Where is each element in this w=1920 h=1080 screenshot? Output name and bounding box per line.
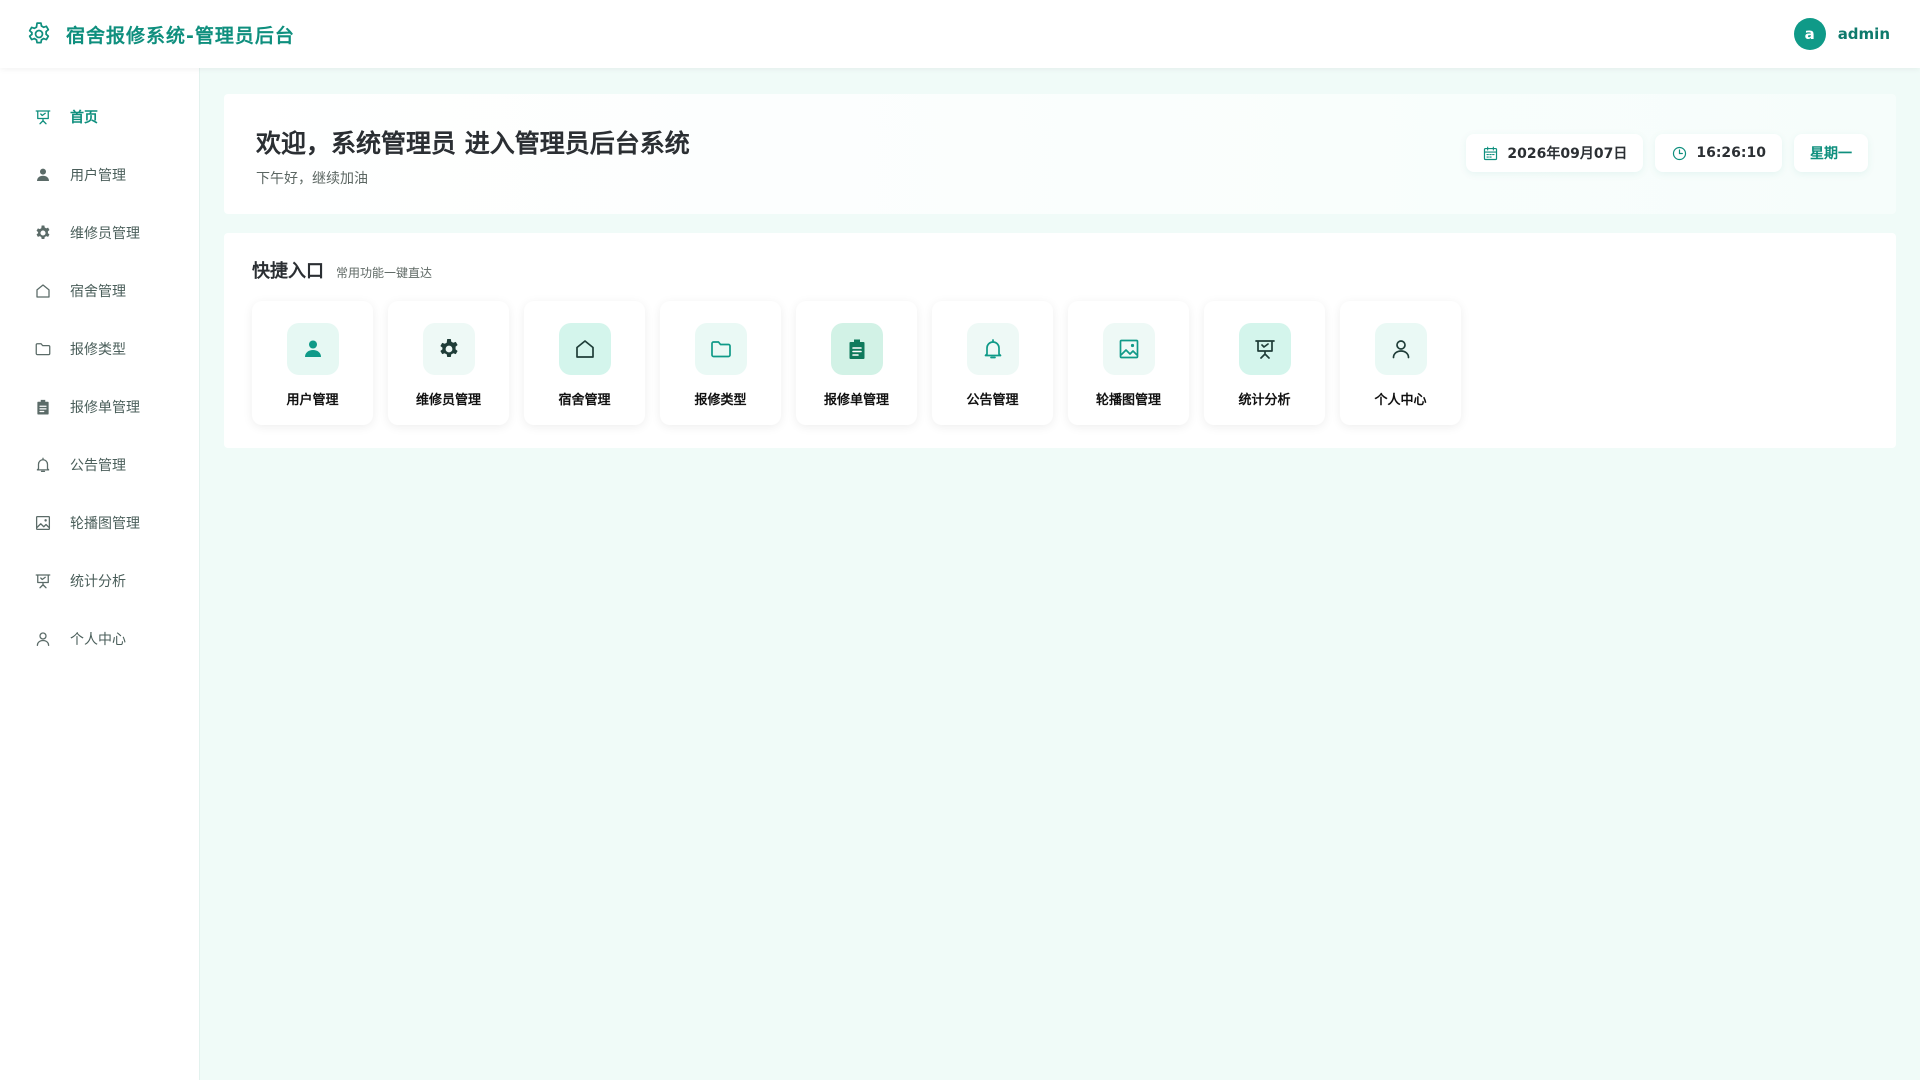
clock-icon bbox=[1671, 145, 1688, 162]
sidebar-item-label: 个人中心 bbox=[70, 632, 126, 648]
sidebar-item-label: 宿舍管理 bbox=[70, 284, 126, 300]
gear-icon bbox=[26, 21, 52, 47]
quick-card-repair-types[interactable]: 报修类型 bbox=[660, 301, 781, 425]
sidebar-item-announcements[interactable]: 公告管理 bbox=[0, 436, 199, 494]
weekday-chip: 星期一 bbox=[1794, 134, 1868, 172]
quick-card-carousel[interactable]: 轮播图管理 bbox=[1068, 301, 1189, 425]
gear-icon bbox=[34, 224, 52, 242]
picture-icon bbox=[34, 514, 52, 532]
folder-icon bbox=[34, 340, 52, 358]
picture-icon bbox=[1102, 323, 1155, 375]
sidebar-item-dorms[interactable]: 宿舍管理 bbox=[0, 262, 199, 320]
sidebar-item-profile[interactable]: 个人中心 bbox=[0, 610, 199, 668]
quick-card-label: 维修员管理 bbox=[415, 393, 481, 408]
sidebar-item-label: 统计分析 bbox=[70, 574, 126, 590]
clipboard-icon bbox=[830, 323, 883, 375]
quick-card-repairmen[interactable]: 维修员管理 bbox=[388, 301, 509, 425]
sidebar-item-repair-types[interactable]: 报修类型 bbox=[0, 320, 199, 378]
sidebar-item-statistics[interactable]: 统计分析 bbox=[0, 552, 199, 610]
clipboard-icon bbox=[34, 398, 52, 416]
sidebar-item-carousel[interactable]: 轮播图管理 bbox=[0, 494, 199, 552]
user-outline-icon bbox=[34, 630, 52, 648]
bell-icon bbox=[34, 456, 52, 474]
quick-access-cards: 用户管理 维修员管理 宿舍管理 报修类型 报修单管理 公告管理 轮播图管理 统计… bbox=[252, 301, 1461, 425]
sidebar-item-users[interactable]: 用户管理 bbox=[0, 146, 199, 204]
sidebar-item-repair-orders[interactable]: 报修单管理 bbox=[0, 378, 199, 436]
user-outline-icon bbox=[1374, 323, 1427, 375]
house-icon bbox=[34, 282, 52, 300]
main-content: 欢迎，系统管理员 进入管理员后台系统 下午好，继续加油 2026年09月07日 … bbox=[200, 68, 1920, 1080]
welcome-banner: 欢迎，系统管理员 进入管理员后台系统 下午好，继续加油 2026年09月07日 … bbox=[224, 94, 1896, 214]
gear-icon bbox=[422, 323, 475, 375]
quick-card-label: 统计分析 bbox=[1238, 393, 1291, 408]
sidebar-item-label: 用户管理 bbox=[70, 168, 126, 184]
top-header: 宿舍报修系统-管理员后台 a admin bbox=[0, 0, 1920, 68]
quick-access-header: 快捷入口 常用功能一键直达 bbox=[252, 257, 432, 283]
sidebar: 首页 用户管理 维修员管理 宿舍管理 报修类型 报修单管理 公告管理 轮播图管理… bbox=[0, 68, 200, 1080]
quick-card-label: 宿舍管理 bbox=[558, 393, 611, 408]
sidebar-item-label: 轮播图管理 bbox=[70, 516, 140, 532]
sidebar-item-home[interactable]: 首页 bbox=[0, 88, 199, 146]
quick-card-label: 报修单管理 bbox=[823, 393, 889, 408]
quick-card-label: 轮播图管理 bbox=[1095, 393, 1161, 408]
username[interactable]: admin bbox=[1838, 25, 1890, 43]
avatar[interactable]: a bbox=[1793, 18, 1826, 50]
quick-access-subtitle: 常用功能一键直达 bbox=[336, 266, 433, 280]
sidebar-item-repairmen[interactable]: 维修员管理 bbox=[0, 204, 199, 262]
sidebar-item-label: 公告管理 bbox=[70, 458, 126, 474]
folder-icon bbox=[694, 323, 747, 375]
datetime-chips: 2026年09月07日 16:26:10 星期一 bbox=[1466, 134, 1868, 172]
quick-access-panel: 快捷入口 常用功能一键直达 用户管理 维修员管理 宿舍管理 报修类型 报修单管理… bbox=[224, 233, 1896, 448]
presentation-icon bbox=[34, 572, 52, 590]
sidebar-item-label: 首页 bbox=[70, 110, 98, 126]
quick-card-label: 个人中心 bbox=[1374, 393, 1427, 408]
user-filled-icon bbox=[286, 323, 339, 375]
time-chip: 16:26:10 bbox=[1655, 134, 1782, 172]
quick-card-repair-orders[interactable]: 报修单管理 bbox=[796, 301, 917, 425]
quick-card-dorms[interactable]: 宿舍管理 bbox=[524, 301, 645, 425]
presentation-icon bbox=[1238, 323, 1291, 375]
brand[interactable]: 宿舍报修系统-管理员后台 bbox=[26, 21, 295, 48]
user-filled-icon bbox=[34, 166, 52, 184]
bell-icon bbox=[966, 323, 1019, 375]
sidebar-item-label: 报修类型 bbox=[70, 342, 126, 358]
quick-card-profile[interactable]: 个人中心 bbox=[1340, 301, 1461, 425]
welcome-subtitle: 下午好，继续加油 bbox=[256, 171, 368, 187]
sidebar-item-label: 维修员管理 bbox=[70, 226, 140, 242]
presentation-icon bbox=[34, 108, 52, 126]
calendar-icon bbox=[1482, 145, 1499, 162]
quick-access-title: 快捷入口 bbox=[252, 261, 324, 282]
sidebar-item-label: 报修单管理 bbox=[70, 400, 140, 416]
quick-card-label: 用户管理 bbox=[286, 393, 339, 408]
app-title: 宿舍报修系统-管理员后台 bbox=[66, 24, 295, 47]
quick-card-users[interactable]: 用户管理 bbox=[252, 301, 373, 425]
quick-card-statistics[interactable]: 统计分析 bbox=[1204, 301, 1325, 425]
quick-card-label: 公告管理 bbox=[966, 393, 1019, 408]
date-text: 2026年09月07日 bbox=[1507, 146, 1628, 162]
quick-card-label: 报修类型 bbox=[694, 393, 747, 408]
user-menu[interactable]: a admin bbox=[1793, 18, 1890, 50]
time-text: 16:26:10 bbox=[1696, 145, 1766, 161]
quick-card-announcements[interactable]: 公告管理 bbox=[932, 301, 1053, 425]
date-chip: 2026年09月07日 bbox=[1466, 134, 1644, 172]
weekday-text: 星期一 bbox=[1810, 146, 1852, 162]
house-icon bbox=[558, 323, 611, 375]
welcome-title: 欢迎，系统管理员 进入管理员后台系统 bbox=[256, 129, 690, 158]
